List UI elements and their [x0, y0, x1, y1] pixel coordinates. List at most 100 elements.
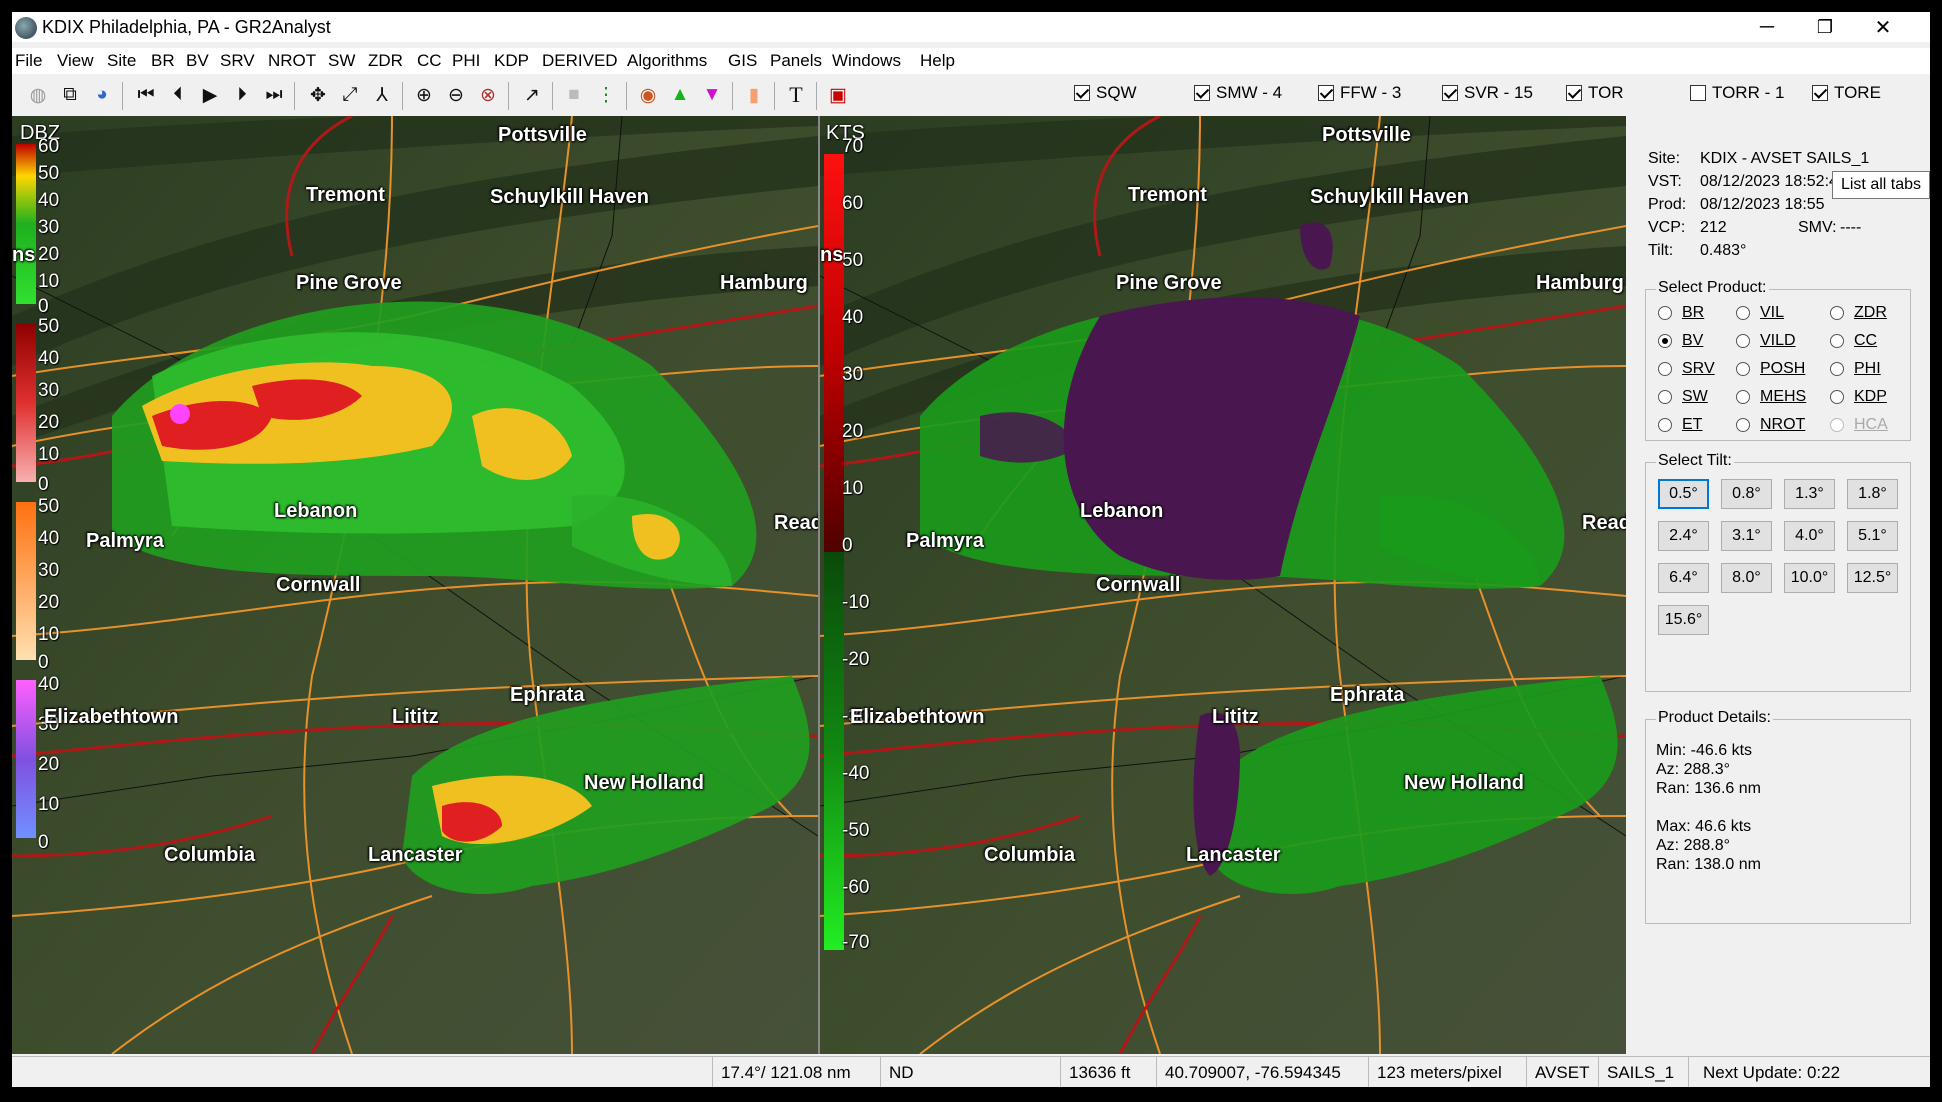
city-label: ns: [12, 244, 36, 266]
menu-file[interactable]: File: [15, 51, 42, 71]
measure-icon[interactable]: ⤢: [336, 81, 364, 109]
tilt-button-10-0[interactable]: 10.0°: [1784, 563, 1835, 593]
copy-icon[interactable]: ⧉: [56, 81, 84, 109]
status-avset: AVSET: [1526, 1057, 1598, 1087]
product-radio-nrot[interactable]: NROT: [1736, 416, 1805, 434]
product-radio-sw[interactable]: SW: [1658, 388, 1708, 406]
last-frame-icon[interactable]: ⏭: [260, 81, 288, 109]
product-radio-kdp[interactable]: KDP: [1830, 388, 1887, 406]
product-radio-posh[interactable]: POSH: [1736, 360, 1805, 378]
tick-label: 70: [842, 136, 864, 157]
tilt-button-8-0[interactable]: 8.0°: [1721, 563, 1772, 593]
warning-smw-toggle[interactable]: SMW - 4: [1194, 83, 1282, 103]
detail-max-ran: Ran: 138.0 nm: [1656, 856, 1761, 873]
product-radio-mehs[interactable]: MEHS: [1736, 388, 1806, 406]
restore-button[interactable]: ❐: [1796, 12, 1854, 42]
globe-gray-icon[interactable]: ◍: [24, 81, 52, 109]
tilt-row: Tilt: 0.483°: [1648, 242, 1747, 259]
city-label: Pottsville: [498, 124, 587, 146]
menu-cc[interactable]: CC: [417, 51, 442, 71]
checkbox-icon: [1690, 85, 1706, 101]
pan-icon[interactable]: ✥: [304, 81, 332, 109]
city-label: Pottsville: [1322, 124, 1411, 146]
menu-view[interactable]: View: [57, 51, 94, 71]
menu-windows[interactable]: Windows: [832, 51, 901, 71]
menu-derived[interactable]: DERIVED: [542, 51, 618, 71]
prev-frame-icon[interactable]: ⏴: [164, 81, 192, 109]
tilt-button-1-8[interactable]: 1.8°: [1847, 479, 1898, 509]
zoom-reset-icon[interactable]: ⊗: [474, 81, 502, 109]
first-frame-icon[interactable]: ⏮: [132, 81, 160, 109]
radar-panel-velocity[interactable]: KTS 70 60 50 40 30 20 10 0 -10 -20 -30 -…: [820, 116, 1626, 1054]
product-details-group: Product Details: Min: -46.6 kts Az: 288.…: [1645, 709, 1911, 924]
square-icon[interactable]: ■: [560, 81, 588, 109]
close-button[interactable]: ✕: [1854, 12, 1912, 42]
meso-triangle-icon[interactable]: ▲: [666, 81, 694, 109]
storm-track-icon[interactable]: ⋮: [592, 81, 620, 109]
warning-svr-toggle[interactable]: SVR - 15: [1442, 83, 1533, 103]
menu-site[interactable]: Site: [107, 51, 136, 71]
city-label: Lititz: [1212, 706, 1259, 728]
stop-icon[interactable]: ▣: [824, 81, 852, 109]
cross-section-icon[interactable]: ⅄: [368, 81, 396, 109]
menu-srv[interactable]: SRV: [220, 51, 255, 71]
prod-row: Prod: 08/12/2023 18:55: [1648, 196, 1825, 213]
warning-torr-toggle[interactable]: TORR - 1: [1690, 83, 1784, 103]
warning-ffw-toggle[interactable]: FFW - 3: [1318, 83, 1401, 103]
tilt-button-3-1[interactable]: 3.1°: [1721, 521, 1772, 551]
play-icon[interactable]: ▶: [196, 81, 224, 109]
checkbox-icon: [1442, 85, 1458, 101]
globe-refresh-icon[interactable]: ◕: [88, 81, 116, 109]
product-radio-cc[interactable]: CC: [1830, 332, 1877, 350]
menu-help[interactable]: Help: [920, 51, 955, 71]
tilt-button-12-5[interactable]: 12.5°: [1847, 563, 1898, 593]
product-radio-br[interactable]: BR: [1658, 304, 1704, 322]
product-radio-et[interactable]: ET: [1658, 416, 1702, 434]
product-radio-zdr[interactable]: ZDR: [1830, 304, 1887, 322]
tilt-button-15-6[interactable]: 15.6°: [1658, 605, 1709, 635]
menu-zdr[interactable]: ZDR: [368, 51, 403, 71]
menu-phi[interactable]: PHI: [452, 51, 480, 71]
tilt-button-1-3[interactable]: 1.3°: [1784, 479, 1835, 509]
reflectivity-map[interactable]: [12, 116, 818, 1054]
product-radio-srv[interactable]: SRV: [1658, 360, 1715, 378]
warning-sqw-toggle[interactable]: SQW: [1074, 83, 1137, 103]
velocity-map[interactable]: [820, 116, 1626, 1054]
warning-tore-toggle[interactable]: TORE: [1812, 83, 1881, 103]
text-tool-icon[interactable]: T: [782, 81, 810, 109]
hurricane-icon[interactable]: ◉: [634, 81, 662, 109]
radar-panel-reflectivity[interactable]: DBZ 60 50 40 30 20 10 0 50 40 30 20 10 0…: [12, 116, 818, 1054]
zoom-out-icon[interactable]: ⊖: [442, 81, 470, 109]
menu-bv[interactable]: BV: [186, 51, 209, 71]
product-radio-vil[interactable]: VIL: [1736, 304, 1784, 322]
menu-nrot[interactable]: NROT: [268, 51, 316, 71]
tvs-triangle-icon[interactable]: ▼: [698, 81, 726, 109]
arrow-icon[interactable]: ↗: [518, 81, 546, 109]
tilt-button-0-8[interactable]: 0.8°: [1721, 479, 1772, 509]
tick-label: 20: [38, 412, 60, 433]
menu-sw[interactable]: SW: [328, 51, 355, 71]
warning-tor-toggle[interactable]: TOR: [1566, 83, 1624, 103]
menu-kdp[interactable]: KDP: [494, 51, 529, 71]
product-radio-vild[interactable]: VILD: [1736, 332, 1796, 350]
zoom-in-icon[interactable]: ⊕: [410, 81, 438, 109]
detail-max-az: Az: 288.8°: [1656, 837, 1730, 854]
product-radio-phi[interactable]: PHI: [1830, 360, 1881, 378]
menu-br[interactable]: BR: [151, 51, 175, 71]
tilt-button-2-4[interactable]: 2.4°: [1658, 521, 1709, 551]
menu-panels[interactable]: Panels: [770, 51, 822, 71]
menu-bar: File View Site BR BV SRV NROT SW ZDR CC …: [12, 48, 1930, 74]
tilt-button-5-1[interactable]: 5.1°: [1847, 521, 1898, 551]
menu-gis[interactable]: GIS: [728, 51, 757, 71]
color-swatch-icon[interactable]: ▮: [740, 81, 768, 109]
tilt-button-0-5[interactable]: 0.5°: [1658, 479, 1709, 509]
tilt-button-4-0[interactable]: 4.0°: [1784, 521, 1835, 551]
radio-icon: [1830, 418, 1844, 432]
minimize-button[interactable]: ─: [1738, 12, 1796, 42]
tilt-button-6-4[interactable]: 6.4°: [1658, 563, 1709, 593]
next-frame-icon[interactable]: ⏵: [228, 81, 256, 109]
city-label: Read: [774, 512, 818, 534]
tick-label: 40: [38, 528, 60, 549]
product-radio-bv[interactable]: BV: [1658, 332, 1703, 350]
menu-algorithms[interactable]: Algorithms: [627, 51, 707, 71]
